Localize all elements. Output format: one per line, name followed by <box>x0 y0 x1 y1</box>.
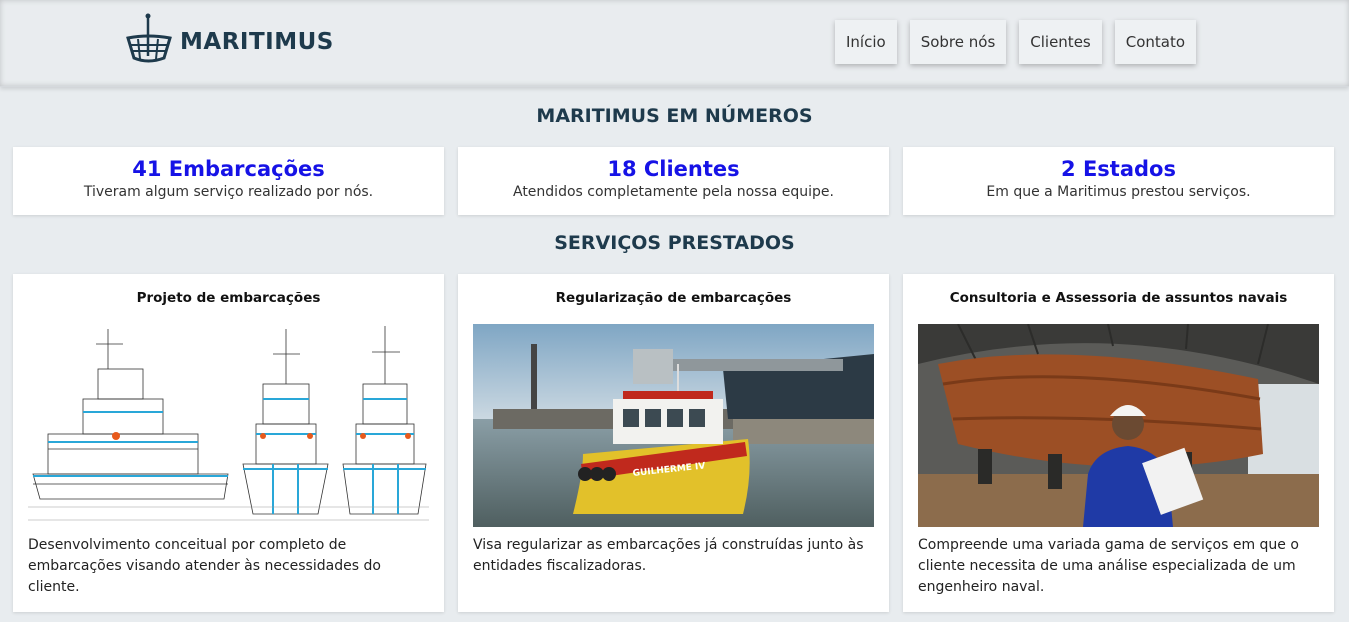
nav-inicio[interactable]: Início <box>835 20 897 64</box>
brand-name: MARITIMUS <box>180 29 334 55</box>
brand-logo[interactable]: MARITIMUS <box>124 12 334 68</box>
numbers-section-title: MARITIMUS EM NÚMEROS <box>536 105 813 127</box>
service-description: Compreende uma variada gama de serviços … <box>918 537 1299 595</box>
services-section-title: SERVIÇOS PRESTADOS <box>554 232 795 254</box>
service-title: Projeto de embarcações <box>136 290 321 306</box>
stat-description: Em que a Maritimus prestou serviços. <box>986 184 1251 200</box>
engineer-shipyard-photo <box>918 324 1319 527</box>
stat-card-clients: 18 Clientes Atendidos completamente pela… <box>458 147 889 215</box>
nav-clientes[interactable]: Clientes <box>1019 20 1102 64</box>
ship-logo-icon <box>126 13 172 63</box>
service-card-project: Projeto de embarcações Desenvolvimento c… <box>13 274 444 612</box>
stat-value: 2 Estados <box>1061 157 1176 181</box>
stat-value: 41 Embarcações <box>132 157 325 181</box>
service-card-regularization: Regularização de embarcações GUILHERME I… <box>458 274 889 612</box>
stat-card-vessels: 41 Embarcações Tiveram algum serviço rea… <box>13 147 444 215</box>
nav-sobre-nos[interactable]: Sobre nós <box>909 20 1007 64</box>
service-card-consulting: Consultoria e Assessoria de assuntos nav… <box>903 274 1334 612</box>
service-title: Regularização de embarcações <box>555 290 792 306</box>
stat-description: Atendidos completamente pela nossa equip… <box>512 184 834 200</box>
site-header: MARITIMUS Início Sobre nós Clientes Cont… <box>0 0 1349 87</box>
boat-in-harbor-photo: GUILHERME IV <box>473 324 874 527</box>
vessel-blueprint-image <box>28 324 429 527</box>
service-description: Desenvolvimento conceitual por completo … <box>28 537 381 595</box>
main-nav: Início Sobre nós Clientes Contato <box>835 20 1197 64</box>
stat-description: Tiveram algum serviço realizado por nós. <box>83 184 374 200</box>
nav-contato[interactable]: Contato <box>1114 20 1197 64</box>
stat-card-states: 2 Estados Em que a Maritimus prestou ser… <box>903 147 1334 215</box>
service-title: Consultoria e Assessoria de assuntos nav… <box>949 290 1288 306</box>
service-description: Visa regularizar as embarcações já const… <box>473 537 864 574</box>
stat-value: 18 Clientes <box>607 157 740 181</box>
